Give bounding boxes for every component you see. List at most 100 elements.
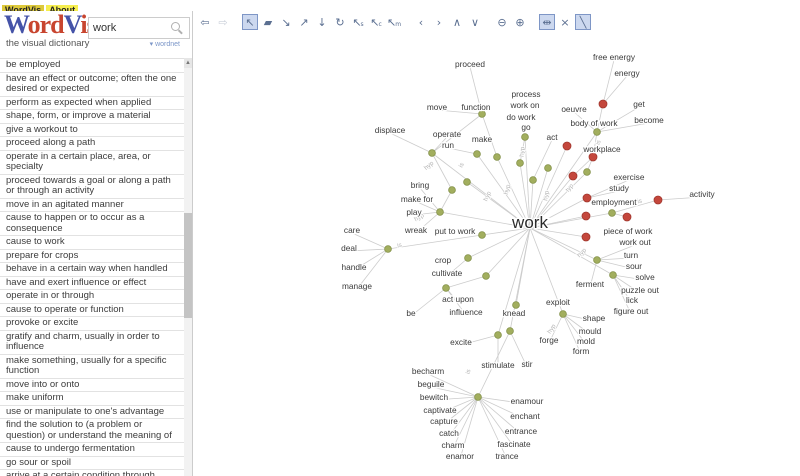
definition-item[interactable]: proceed along a path	[0, 137, 184, 151]
graph-node-green[interactable]	[465, 255, 472, 262]
add-node-tool[interactable]: ↗	[296, 14, 312, 30]
graph-node-green[interactable]	[530, 177, 537, 184]
graph-node-label[interactable]: captivate	[423, 405, 457, 415]
graph-node-label[interactable]: form	[573, 346, 590, 356]
graph-node-red[interactable]	[654, 196, 662, 204]
pin-down-tool[interactable]: ↓	[314, 14, 330, 30]
graph-node-label[interactable]: mould	[579, 326, 602, 336]
scroll-up-arrow-icon[interactable]: ▲	[184, 58, 192, 68]
definition-item[interactable]: move in an agitated manner	[0, 199, 184, 213]
graph-node-label[interactable]: capture	[430, 416, 458, 426]
graph-node-green[interactable]	[483, 273, 490, 280]
pan-down-button[interactable]: ∨	[467, 14, 483, 30]
graph-node-red[interactable]	[563, 142, 571, 150]
pointer-tool[interactable]: ↖	[242, 14, 258, 30]
graph-node-green[interactable]	[609, 210, 616, 217]
graph-node-green[interactable]	[584, 169, 591, 176]
definition-item[interactable]: make uniform	[0, 392, 184, 406]
pan-up-button[interactable]: ∧	[449, 14, 465, 30]
graph-node-label[interactable]: solve	[635, 272, 655, 282]
back-button[interactable]: ⇦	[197, 14, 213, 30]
graph-node-red[interactable]	[623, 213, 631, 221]
graph-node-red[interactable]	[582, 233, 590, 241]
graph-node-green[interactable]	[475, 394, 482, 401]
graph-node-green[interactable]	[474, 151, 481, 158]
graph-node-green[interactable]	[479, 232, 486, 239]
graph-node-green[interactable]	[545, 165, 552, 172]
definition-item[interactable]: prepare for crops	[0, 250, 184, 264]
definition-item[interactable]: proceed towards a goal or along a path o…	[0, 175, 184, 199]
graph-node-label[interactable]: lick	[626, 295, 639, 305]
definition-item[interactable]: cause to operate or function	[0, 304, 184, 318]
graph-node-green[interactable]	[517, 160, 524, 167]
graph-node-green[interactable]	[464, 179, 471, 186]
definition-item[interactable]: operate in or through	[0, 290, 184, 304]
graph-center-word[interactable]: work	[511, 213, 548, 232]
graph-node-green[interactable]	[429, 150, 436, 157]
definition-item[interactable]: use or manipulate to one's advantage	[0, 406, 184, 420]
graph-node-red[interactable]	[583, 194, 591, 202]
graph-node-label[interactable]: knead	[503, 308, 526, 318]
definition-item[interactable]: provoke or excite	[0, 317, 184, 331]
graph-node-label[interactable]: manage	[342, 281, 372, 291]
add-edge-tool[interactable]: ↘	[278, 14, 294, 30]
definition-item[interactable]: shape, form, or improve a material	[0, 110, 184, 124]
graph-node-label[interactable]: sour	[626, 261, 642, 271]
graph-node-label[interactable]: mold	[577, 336, 595, 346]
select-children-tool[interactable]: ↖c	[368, 14, 384, 30]
graph-node-label[interactable]: body of work	[570, 118, 618, 128]
graph-node-label[interactable]: get	[633, 99, 645, 109]
graph-node-label[interactable]: exploit	[546, 297, 571, 307]
definition-item[interactable]: behave in a certain way when handled	[0, 263, 184, 277]
definition-item[interactable]: make something, usually for a specific f…	[0, 355, 184, 379]
fit-view-button[interactable]: ╲	[575, 14, 591, 30]
definition-item[interactable]: cause to undergo fermentation	[0, 443, 184, 457]
definition-item[interactable]: be employed	[0, 59, 184, 73]
graph-node-label[interactable]: exercise	[614, 172, 645, 182]
graph-node-label[interactable]: piece of work	[604, 226, 654, 236]
graph-node-label[interactable]: shape	[583, 313, 606, 323]
graph-node-label[interactable]: work out	[618, 237, 651, 247]
graph-node-label[interactable]: trance	[495, 451, 518, 461]
graph-node-label[interactable]: turn	[624, 250, 639, 260]
graph-node-label[interactable]: handle	[342, 262, 367, 272]
graph-node-label[interactable]: make	[472, 134, 493, 144]
graph-node-label[interactable]: influence	[449, 307, 483, 317]
expand-button[interactable]: ×	[557, 14, 573, 30]
definition-item[interactable]: have and exert influence or effect	[0, 277, 184, 291]
graph-node-label[interactable]: function	[461, 102, 490, 112]
graph-node-label[interactable]: excite	[450, 337, 472, 347]
graph-node-label[interactable]: catch	[439, 428, 459, 438]
definition-item[interactable]: perform as expected when applied	[0, 97, 184, 111]
graph-node-label[interactable]: crop	[435, 255, 452, 265]
graph-node-label[interactable]: run	[442, 140, 454, 150]
graph-node-label[interactable]: stir	[521, 359, 532, 369]
definition-item[interactable]: give a workout to	[0, 124, 184, 138]
rotate-tool[interactable]: ↻	[332, 14, 348, 30]
graph-node-red[interactable]	[589, 153, 597, 161]
graph-node-label[interactable]: employment	[591, 197, 637, 207]
graph-node-label[interactable]: act	[546, 132, 558, 142]
graph-node-label[interactable]: puzzle out	[621, 285, 660, 295]
fit-width-button[interactable]: ⇹	[539, 14, 555, 30]
definition-item[interactable]: arrive at a certain condition through re…	[0, 470, 184, 476]
graph-node-label[interactable]: operate	[433, 129, 462, 139]
zoom-in-button[interactable]: ⊕	[512, 14, 528, 30]
magnifier-icon[interactable]	[171, 22, 180, 31]
graph-node-red[interactable]	[582, 212, 590, 220]
forward-button[interactable]: ⇨	[215, 14, 231, 30]
definition-item[interactable]: have an effect or outcome; often the one…	[0, 73, 184, 97]
graph-node-green[interactable]	[443, 285, 450, 292]
definition-item[interactable]: cause to happen or to occur as a consequ…	[0, 212, 184, 236]
graph-node-label[interactable]: stimulate	[481, 360, 515, 370]
definition-item[interactable]: find the solution to (a problem or quest…	[0, 419, 184, 443]
graph-node-label[interactable]: ferment	[576, 279, 605, 289]
zoom-out-button[interactable]: ⊖	[494, 14, 510, 30]
eraser-tool[interactable]: ▰	[260, 14, 276, 30]
graph-node-label[interactable]: free energy	[593, 52, 636, 62]
graph-node-green[interactable]	[560, 311, 567, 318]
graph-canvas[interactable]: isishyphyphyphyptyphyphypishypisishypwor…	[193, 33, 800, 476]
graph-node-label[interactable]: proceed	[455, 59, 485, 69]
graph-node-label[interactable]: care	[344, 225, 361, 235]
graph-node-label[interactable]: displace	[375, 125, 406, 135]
